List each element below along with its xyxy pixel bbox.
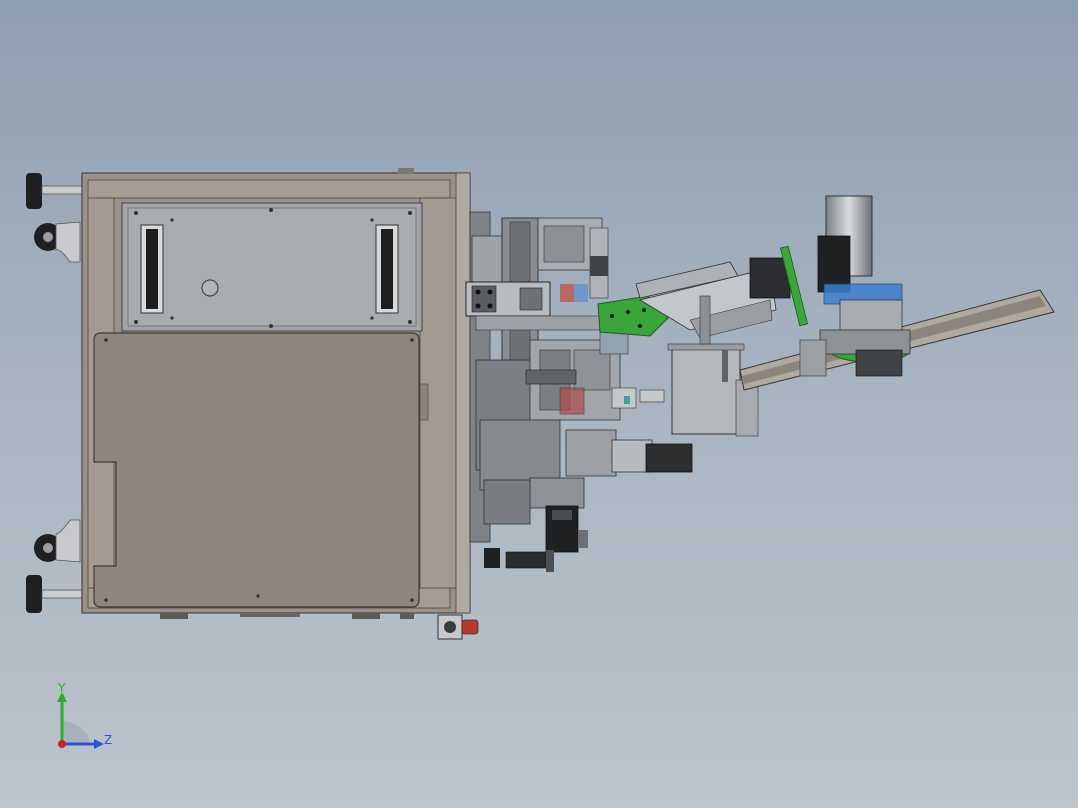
emergency-stop-button[interactable] (437, 614, 479, 640)
leveling-foot-top (26, 173, 83, 209)
coordinate-triad: Y Z (40, 680, 130, 760)
lower-motor-assembly[interactable] (483, 477, 588, 572)
machine-model[interactable] (0, 0, 1078, 808)
caster-wheel-bottom (34, 519, 81, 563)
upper-access-panel[interactable] (121, 202, 423, 332)
y-axis-label: Y (57, 681, 66, 695)
lower-door-panel[interactable] (93, 332, 429, 608)
feeding-rail[interactable] (635, 257, 791, 345)
z-axis-label: Z (104, 733, 112, 747)
caster-wheel-top (34, 221, 81, 263)
upper-drive-motor[interactable] (779, 195, 911, 377)
leveling-foot-bottom (26, 575, 83, 613)
cad-viewport[interactable]: Y Z (0, 0, 1078, 808)
base-pads (160, 613, 414, 619)
